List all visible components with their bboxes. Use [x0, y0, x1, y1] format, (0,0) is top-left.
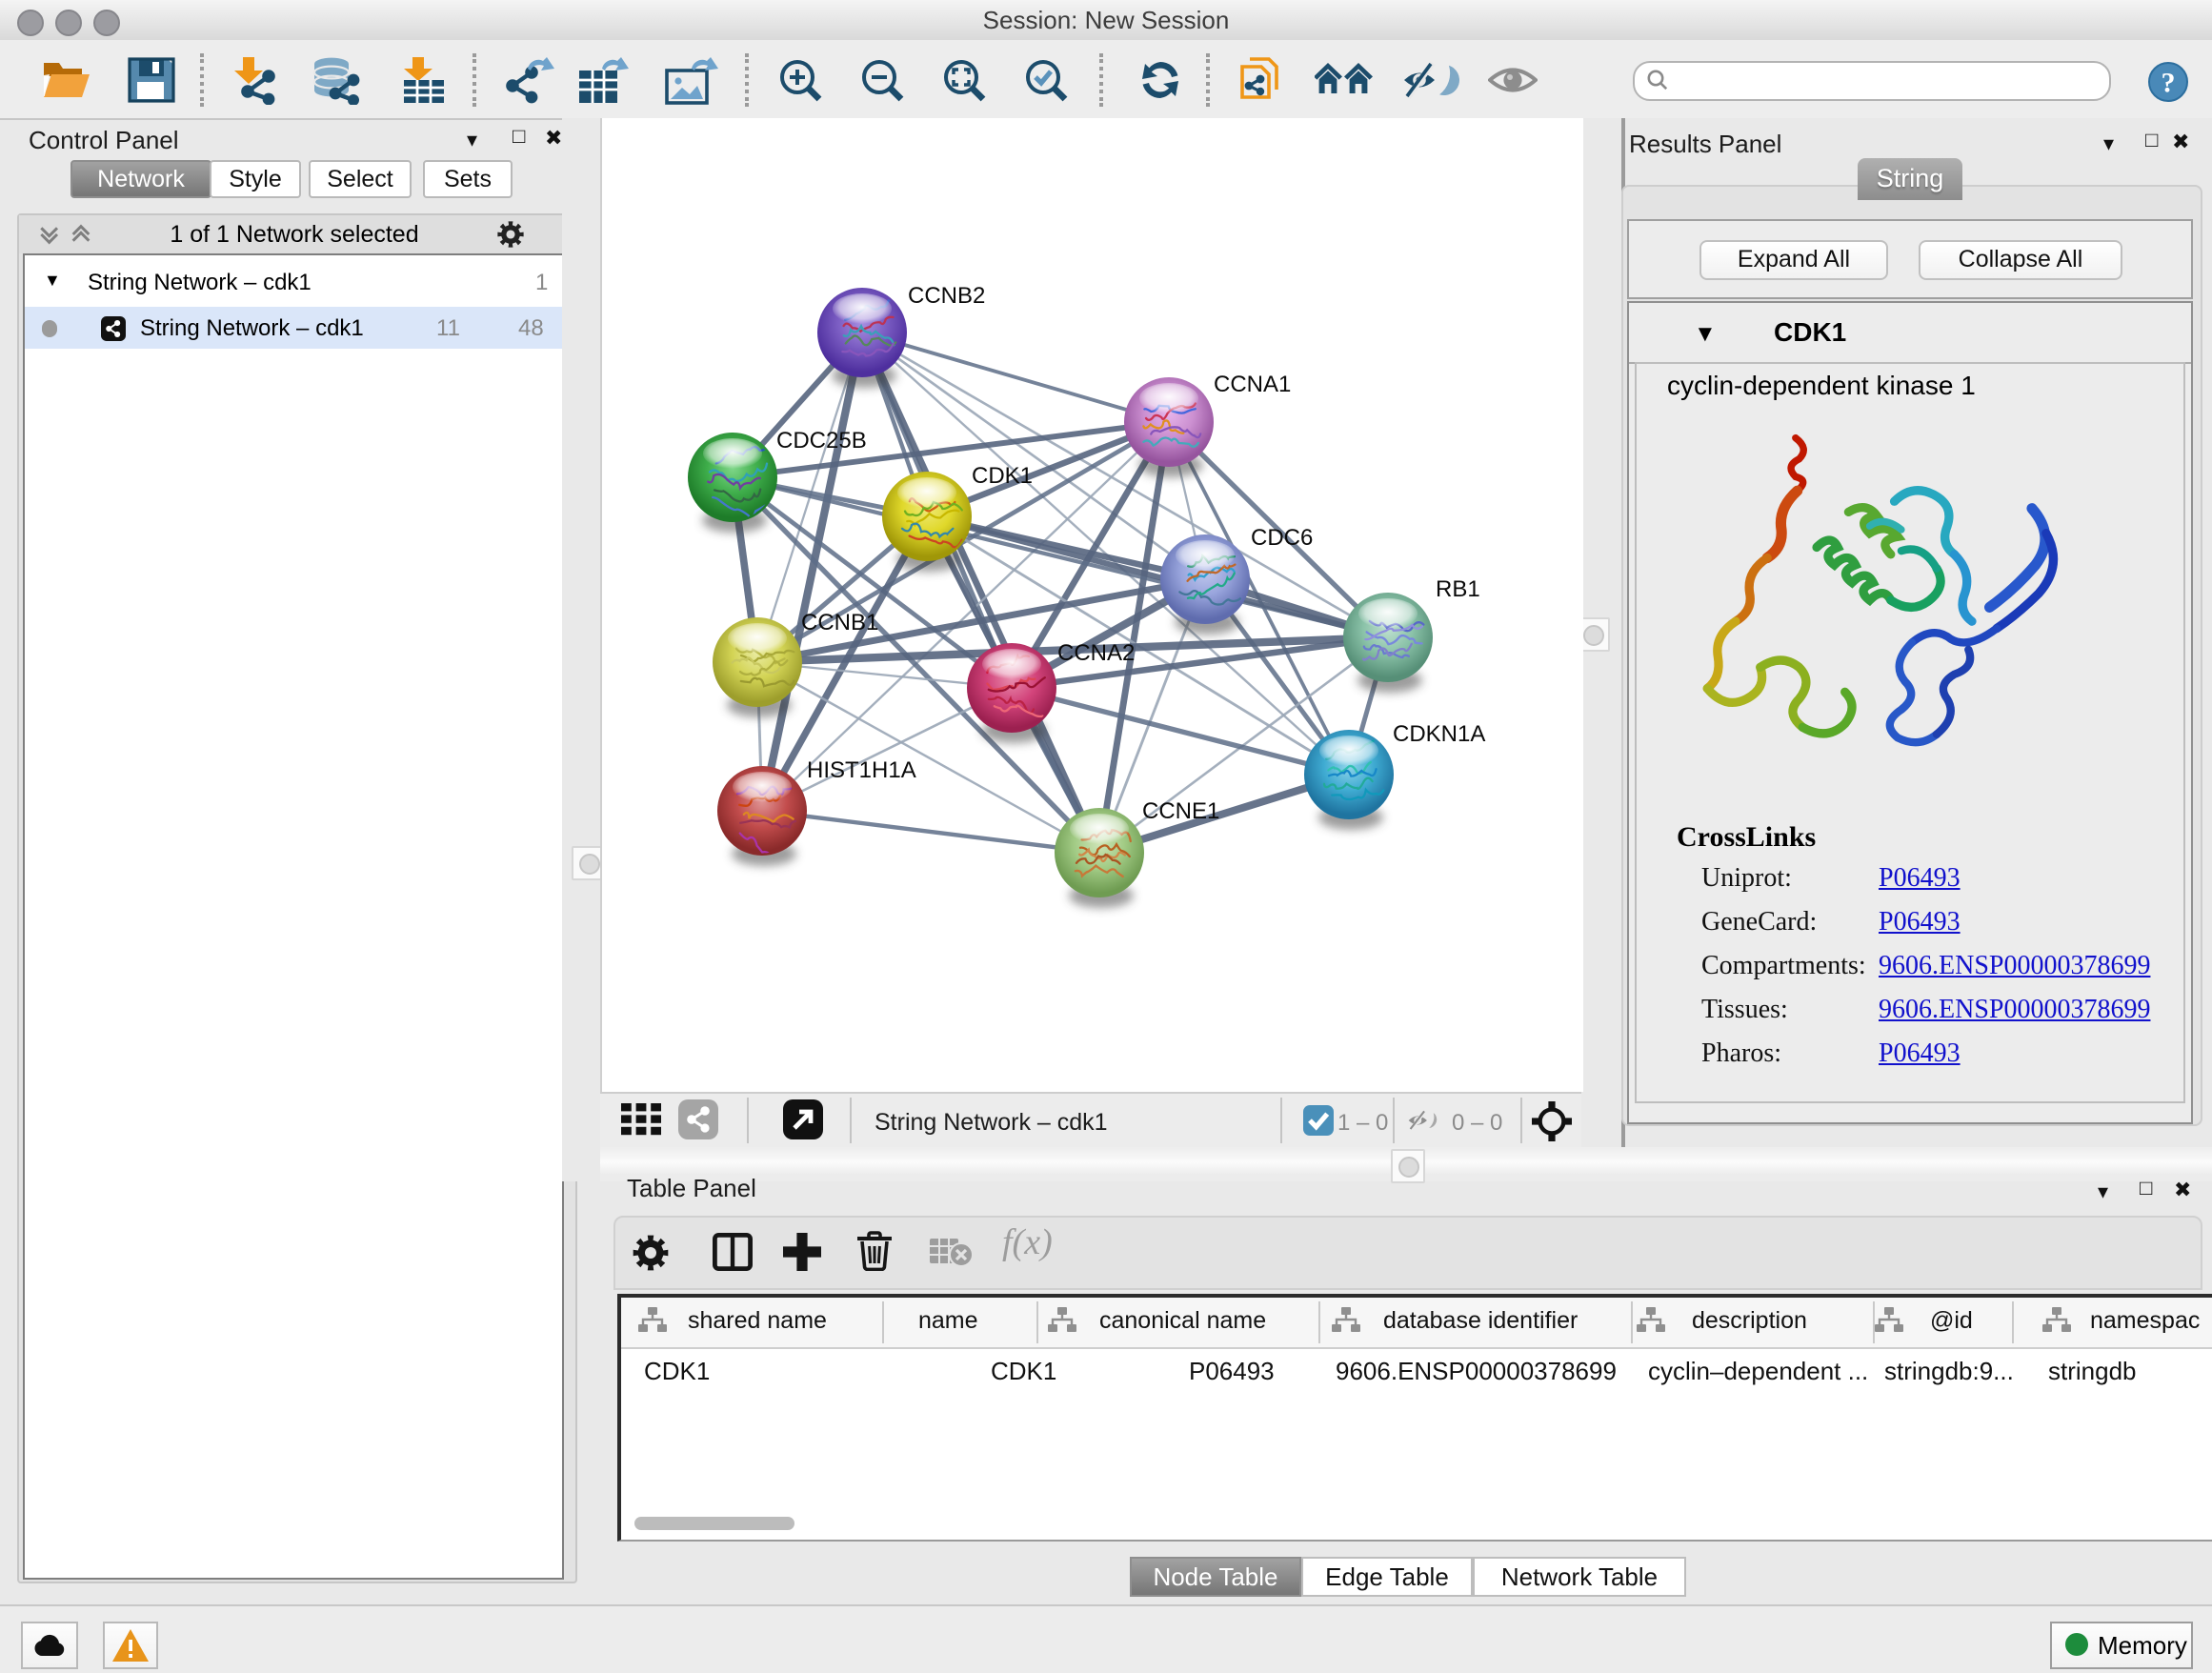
svg-text:CCNB2: CCNB2	[908, 283, 985, 309]
svg-text:CDK1: CDK1	[972, 463, 1033, 489]
svg-text:CDC25B: CDC25B	[776, 428, 867, 454]
svg-text:CDC6: CDC6	[1251, 525, 1313, 551]
svg-text:CCNB1: CCNB1	[801, 610, 878, 635]
svg-text:CCNE1: CCNE1	[1142, 798, 1219, 824]
svg-text:HIST1H1A: HIST1H1A	[807, 757, 916, 783]
svg-text:RB1: RB1	[1436, 576, 1480, 602]
svg-text:CCNA2: CCNA2	[1057, 640, 1135, 666]
svg-text:CCNA1: CCNA1	[1214, 372, 1291, 397]
svg-text:CDKN1A: CDKN1A	[1393, 721, 1485, 747]
svg-text:?: ?	[2162, 67, 2176, 98]
